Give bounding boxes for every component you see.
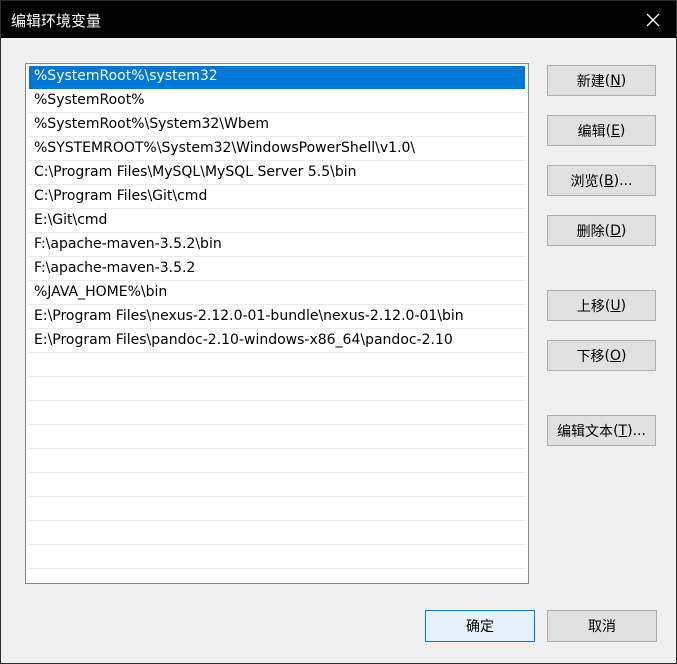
new-button-label: 新建 xyxy=(576,73,605,90)
edit-text-button-label: 编辑文本 xyxy=(557,423,614,440)
list-item[interactable]: F:\apache-maven-3.5.2 xyxy=(29,258,525,281)
empty-list-row[interactable] xyxy=(29,354,525,377)
empty-list-row[interactable] xyxy=(29,522,525,545)
ok-button-label: 确定 xyxy=(466,619,494,635)
edit-button[interactable]: 编辑(E) xyxy=(547,115,656,146)
edit-button-label: 编辑 xyxy=(577,123,606,140)
title-bar: 编辑环境变量 xyxy=(1,1,676,38)
edit-button-key: E xyxy=(611,122,620,139)
move-down-button[interactable]: 下移(O) xyxy=(547,340,656,371)
move-up-button-key: U xyxy=(610,297,621,314)
cancel-button-label: 取消 xyxy=(588,619,616,635)
list-item[interactable]: E:\Program Files\nexus-2.12.0-01-bundle\… xyxy=(29,306,525,329)
list-item-text: %SystemRoot%\system32 xyxy=(34,68,218,84)
empty-list-row[interactable] xyxy=(29,474,525,497)
empty-list-row[interactable] xyxy=(29,450,525,473)
delete-button-label: 删除 xyxy=(576,223,605,240)
list-item-text: C:\Program Files\Git\cmd xyxy=(34,188,208,204)
browse-button-ellipsis: ... xyxy=(619,172,633,189)
list-item[interactable]: %SystemRoot% xyxy=(29,90,525,113)
new-button[interactable]: 新建(N) xyxy=(547,65,656,96)
list-item[interactable]: F:\apache-maven-3.5.2\bin xyxy=(29,234,525,257)
empty-list-row[interactable] xyxy=(29,498,525,521)
list-item-text: %SystemRoot%\System32\Wbem xyxy=(34,116,269,132)
list-item[interactable]: C:\Program Files\Git\cmd xyxy=(29,186,525,209)
browse-button-label: 浏览 xyxy=(570,173,599,190)
edit-text-button[interactable]: 编辑文本(T)... xyxy=(547,415,656,446)
move-down-button-key: O xyxy=(609,347,622,364)
edit-text-button-ellipsis: ... xyxy=(632,422,646,439)
ok-button[interactable]: 确定 xyxy=(425,610,535,642)
edit-env-var-dialog: 编辑环境变量 %SystemRoot%\system32 %SystemRoot%… xyxy=(0,0,677,664)
empty-list-row[interactable] xyxy=(29,426,525,449)
list-item-text: %SYSTEMROOT%\System32\WindowsPowerShell\… xyxy=(34,140,416,156)
list-item[interactable]: E:\Git\cmd xyxy=(29,210,525,233)
path-list[interactable]: %SystemRoot%\system32 %SystemRoot% %System… xyxy=(25,63,529,584)
empty-list-row[interactable] xyxy=(29,378,525,401)
list-item[interactable]: %JAVA_HOME%\bin xyxy=(29,282,525,305)
move-up-button[interactable]: 上移(U) xyxy=(547,290,656,321)
list-item-text: %SystemRoot% xyxy=(34,92,145,108)
list-item[interactable]: E:\Program Files\pandoc-2.10-windows-x86… xyxy=(29,330,525,353)
new-button-key: N xyxy=(610,72,621,89)
close-icon xyxy=(646,13,660,26)
list-item[interactable]: %SystemRoot%\System32\Wbem xyxy=(29,114,525,137)
empty-list-row[interactable] xyxy=(29,402,525,425)
delete-button-key: D xyxy=(610,222,621,239)
list-item-text: E:\Program Files\nexus-2.12.0-01-bundle\… xyxy=(34,308,464,324)
list-item[interactable]: %SYSTEMROOT%\System32\WindowsPowerShell\… xyxy=(29,138,525,161)
list-item-text: C:\Program Files\MySQL\MySQL Server 5.5\… xyxy=(34,164,357,180)
empty-list-row[interactable] xyxy=(29,546,525,569)
browse-button[interactable]: 浏览(B)... xyxy=(547,165,656,196)
move-up-button-label: 上移 xyxy=(576,298,605,315)
delete-button[interactable]: 删除(D) xyxy=(547,215,656,246)
move-down-button-label: 下移 xyxy=(576,348,605,365)
list-item-text: F:\apache-maven-3.5.2\bin xyxy=(34,236,222,252)
close-button[interactable] xyxy=(630,1,676,38)
edit-text-button-key: T xyxy=(618,422,628,439)
list-item-text: E:\Program Files\pandoc-2.10-windows-x86… xyxy=(34,332,453,348)
cancel-button[interactable]: 取消 xyxy=(547,610,657,642)
list-item-text: E:\Git\cmd xyxy=(34,212,108,228)
browse-button-key: B xyxy=(604,172,614,189)
list-item-text: F:\apache-maven-3.5.2 xyxy=(34,260,196,276)
list-item[interactable]: C:\Program Files\MySQL\MySQL Server 5.5\… xyxy=(29,162,525,185)
list-item[interactable]: %SystemRoot%\system32 xyxy=(29,66,525,89)
dialog-title: 编辑环境变量 xyxy=(11,12,102,30)
list-item-text: %JAVA_HOME%\bin xyxy=(34,284,168,300)
